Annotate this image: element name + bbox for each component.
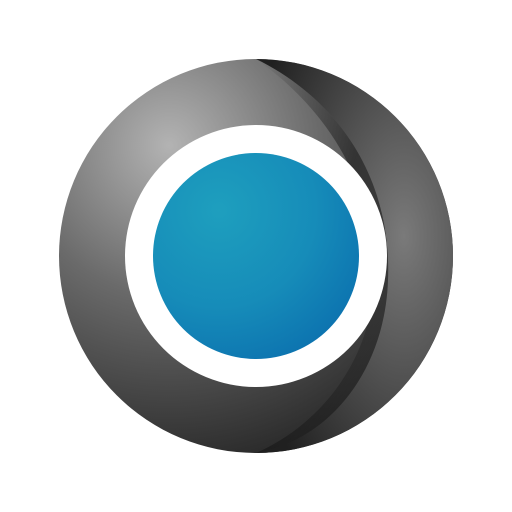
app-icon-canvas [0,0,512,512]
blue-core-circle [153,153,359,359]
ring-lens-logo-icon [0,0,512,512]
